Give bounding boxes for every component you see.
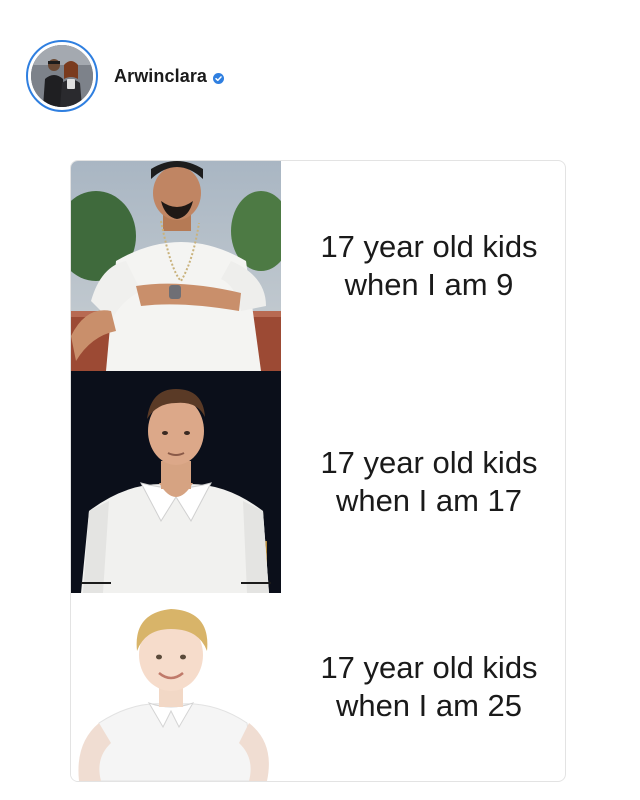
- verified-badge-icon: [213, 71, 225, 84]
- meme-image[interactable]: 17 year old kids when I am 9 17 year old…: [70, 160, 566, 782]
- post-header: Arwinclara: [26, 38, 225, 114]
- child-white-shirt-photo: [71, 593, 281, 781]
- post-page: Arwinclara 17 year old kids when I am 9 …: [0, 0, 640, 800]
- avatar[interactable]: [26, 40, 98, 112]
- meme-panel-3: 17 year old kids when I am 25: [71, 593, 565, 781]
- username-link[interactable]: Arwinclara: [114, 65, 225, 87]
- caption-line: when I am 17: [335, 483, 523, 518]
- avatar-photo: [31, 45, 93, 107]
- meme-caption: 17 year old kids when I am 25: [293, 593, 565, 781]
- username: Arwinclara: [114, 65, 208, 86]
- caption-line: 17 year old kids: [320, 445, 538, 480]
- meme-caption: 17 year old kids when I am 9: [293, 161, 565, 371]
- meme-panel-2: 17 year old kids when I am 17: [71, 371, 565, 593]
- meme-caption: 17 year old kids when I am 17: [293, 371, 565, 593]
- caption-line: 17 year old kids: [320, 229, 538, 264]
- caption-line: when I am 25: [335, 688, 523, 723]
- man-in-white-kurta-photo: [71, 161, 281, 371]
- meme-panel-1: 17 year old kids when I am 9: [71, 161, 565, 371]
- caption-line: 17 year old kids: [320, 650, 538, 685]
- avatar-image-icon: [31, 45, 93, 107]
- young-man-white-shirt-photo: [71, 371, 281, 593]
- caption-line: when I am 9: [344, 267, 514, 302]
